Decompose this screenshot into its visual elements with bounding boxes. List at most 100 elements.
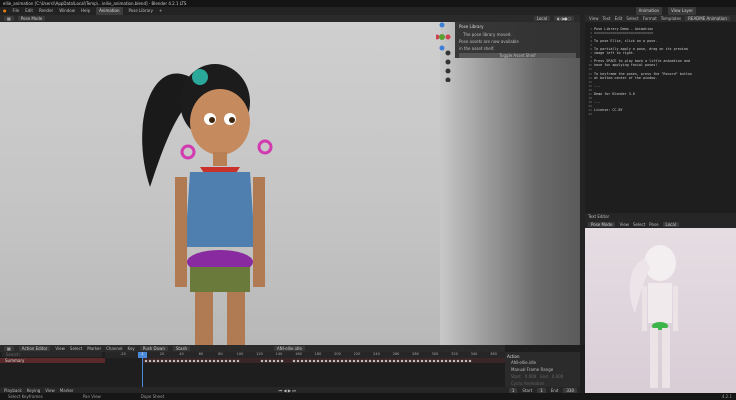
tab-animation[interactable]: Animation	[96, 7, 123, 15]
text-file-selector[interactable]: README Animation	[685, 16, 730, 21]
orientation-dropdown[interactable]: Local	[533, 16, 551, 21]
stash-button[interactable]: Stash	[172, 346, 191, 351]
keyframe[interactable]	[396, 359, 400, 362]
keyframe[interactable]	[372, 359, 376, 362]
mode-dropdown[interactable]: Pose Mode	[588, 222, 616, 227]
editor-type-button[interactable]: ▦	[4, 16, 14, 21]
toggle-asset-shelf-button[interactable]: Toggle Asset Shelf	[459, 53, 576, 58]
keyframe[interactable]	[144, 359, 148, 362]
keyframe[interactable]	[224, 359, 228, 362]
keyframe[interactable]	[176, 359, 180, 362]
cyclic-animation-checkbox[interactable]: Cyclic Animation	[507, 380, 578, 387]
keyframe[interactable]	[204, 359, 208, 362]
keyframe[interactable]	[344, 359, 348, 362]
keyframe[interactable]	[308, 359, 312, 362]
keyframe[interactable]	[316, 359, 320, 362]
keyframe[interactable]	[296, 359, 300, 362]
keyframe[interactable]	[232, 359, 236, 362]
keyframe[interactable]	[148, 359, 152, 362]
menu-key[interactable]: Key	[128, 346, 135, 351]
keyframe[interactable]	[196, 359, 200, 362]
keyframe[interactable]	[220, 359, 224, 362]
start-field[interactable]: 1	[537, 387, 546, 393]
start-field[interactable]: 0.000	[525, 374, 536, 379]
keyframe[interactable]	[420, 359, 424, 362]
frame-field[interactable]: 1	[508, 387, 518, 393]
keyframe[interactable]	[356, 359, 360, 362]
keyframe[interactable]	[236, 359, 240, 362]
keyframe[interactable]	[260, 359, 264, 362]
text-content[interactable]: Pose Library Demo - Animation ===========…	[594, 27, 734, 116]
keyframe[interactable]	[192, 359, 196, 362]
keyframe[interactable]	[436, 359, 440, 362]
action-name[interactable]: ANI-ellie.idle	[507, 359, 578, 366]
3d-viewport[interactable]	[0, 22, 580, 345]
menu-select[interactable]: Select	[626, 16, 638, 21]
menu-templates[interactable]: Templates	[661, 16, 681, 21]
keyframe[interactable]	[448, 359, 452, 362]
keyframe[interactable]	[452, 359, 456, 362]
scene-selector[interactable]: Animation	[635, 7, 663, 15]
keyframe[interactable]	[160, 359, 164, 362]
keyframe[interactable]	[380, 359, 384, 362]
add-workspace-button[interactable]: +	[159, 7, 162, 15]
keyframe[interactable]	[184, 359, 188, 362]
keyframe[interactable]	[392, 359, 396, 362]
keyframe[interactable]	[460, 359, 464, 362]
menu-view[interactable]: View	[55, 346, 65, 351]
editor-type-button[interactable]: ▦	[4, 346, 14, 351]
menu-text[interactable]: Text	[603, 16, 611, 21]
keyframe[interactable]	[384, 359, 388, 362]
keyframe[interactable]	[368, 359, 372, 362]
keyframe[interactable]	[336, 359, 340, 362]
keyframe[interactable]	[152, 359, 156, 362]
menu-select[interactable]: Select	[633, 222, 645, 227]
view-layer-selector[interactable]: View Layer	[668, 7, 696, 15]
keyframe[interactable]	[432, 359, 436, 362]
keyframe[interactable]	[404, 359, 408, 362]
keyframe[interactable]	[300, 359, 304, 362]
menu-channel[interactable]: Channel	[106, 346, 122, 351]
keyframe[interactable]	[228, 359, 232, 362]
keyframe[interactable]	[412, 359, 416, 362]
keyframe[interactable]	[348, 359, 352, 362]
keyframe[interactable]	[364, 359, 368, 362]
keyframe[interactable]	[400, 359, 404, 362]
menu-window[interactable]: Window	[59, 7, 75, 15]
mode-dropdown[interactable]: Pose Mode	[17, 16, 46, 21]
navigation-gizmo[interactable]	[436, 22, 452, 82]
keyframe[interactable]	[328, 359, 332, 362]
blender-logo-icon[interactable]: ●	[3, 7, 7, 15]
keyframe[interactable]	[416, 359, 420, 362]
menu-file[interactable]: File	[13, 7, 20, 15]
keyframe[interactable]	[216, 359, 220, 362]
keyframe[interactable]	[388, 359, 392, 362]
menu-render[interactable]: Render	[39, 7, 53, 15]
keyframe[interactable]	[280, 359, 284, 362]
keyframe[interactable]	[376, 359, 380, 362]
playback-controls[interactable]: ⏮ ◀ ▶ ⏭	[279, 388, 296, 393]
shading-buttons[interactable]: ◐◑●○	[554, 16, 574, 21]
push-down-button[interactable]: Push Down	[139, 346, 168, 351]
keyframe[interactable]	[332, 359, 336, 362]
menu-marker[interactable]: Marker	[87, 346, 101, 351]
keyframe[interactable]	[200, 359, 204, 362]
keyframe[interactable]	[456, 359, 460, 362]
menu-view[interactable]: View	[589, 16, 599, 21]
manual-frame-range-checkbox[interactable]: Manual Frame Range	[507, 366, 578, 373]
keyframe[interactable]	[352, 359, 356, 362]
orientation-dropdown[interactable]: Local	[662, 222, 679, 227]
tab-pose-library[interactable]: Pose Library	[129, 7, 154, 15]
keyframe[interactable]	[304, 359, 308, 362]
menu-edit[interactable]: Edit	[615, 16, 623, 21]
menu-playback[interactable]: Playback	[4, 388, 22, 393]
keyframe[interactable]	[312, 359, 316, 362]
end-field[interactable]: 330	[563, 387, 577, 393]
keyframe[interactable]	[156, 359, 160, 362]
keyframe[interactable]	[212, 359, 216, 362]
keyframe[interactable]	[324, 359, 328, 362]
menu-keying[interactable]: Keying	[27, 388, 40, 393]
channel-search-input[interactable]: Search	[2, 352, 102, 357]
keyframe[interactable]	[276, 359, 280, 362]
keyframe[interactable]	[164, 359, 168, 362]
